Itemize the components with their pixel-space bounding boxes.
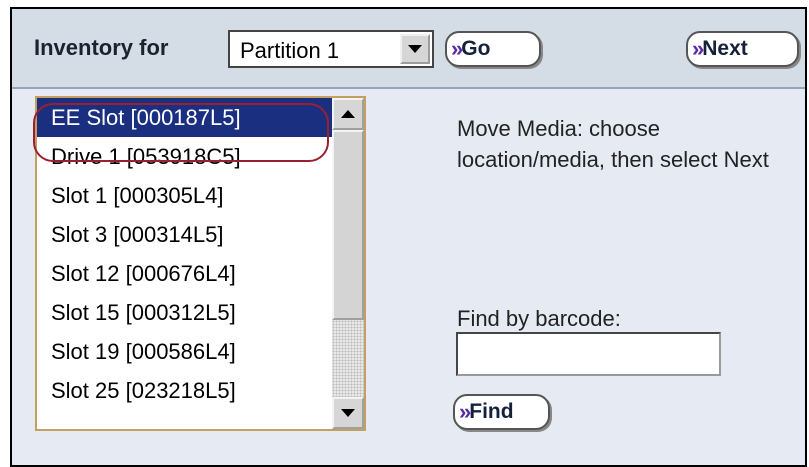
double-chevron-icon: »	[459, 399, 472, 424]
list-item[interactable]: Drive 1 [053918C5]	[37, 137, 333, 176]
inventory-for-label: Inventory for	[34, 35, 169, 60]
scroll-track[interactable]	[332, 320, 364, 399]
move-media-instructions: Move Media: choose location/media, then …	[457, 116, 769, 172]
next-button-label: Next	[702, 37, 748, 60]
list-item[interactable]: Slot 3 [000314L5]	[37, 215, 333, 254]
scroll-up-arrow-icon[interactable]	[332, 98, 364, 130]
go-button-label: Go	[461, 37, 491, 60]
list-item[interactable]: Slot 19 [000586L4]	[37, 332, 333, 371]
inventory-panel: Inventory for Partition 1 » Go » Next EE…	[10, 7, 807, 467]
barcode-input[interactable]	[456, 332, 721, 376]
scroll-down-arrow-icon[interactable]	[332, 397, 364, 429]
dropdown-arrow-icon[interactable]	[400, 34, 430, 64]
partition-select-value: Partition 1	[240, 38, 340, 63]
media-list-items: EE Slot [000187L5] Drive 1 [053918C5] Sl…	[37, 98, 333, 410]
find-button[interactable]: » Find	[453, 394, 550, 430]
list-item[interactable]: Slot 25 [023218L5]	[37, 371, 333, 410]
find-button-label: Find	[469, 400, 514, 423]
next-button[interactable]: » Next	[686, 31, 799, 67]
partition-select[interactable]: Partition 1	[228, 30, 434, 68]
go-button[interactable]: » Go	[445, 31, 541, 67]
double-chevron-icon: »	[692, 36, 705, 61]
list-scrollbar[interactable]	[332, 98, 364, 429]
list-item[interactable]: Slot 15 [000312L5]	[37, 293, 333, 332]
list-item[interactable]: Slot 1 [000305L4]	[37, 176, 333, 215]
scroll-thumb[interactable]	[332, 130, 364, 320]
list-item[interactable]: Slot 12 [000676L4]	[37, 254, 333, 293]
inventory-header: Inventory for Partition 1 » Go » Next	[12, 9, 805, 89]
list-item[interactable]: EE Slot [000187L5]	[37, 98, 333, 137]
find-by-barcode-label: Find by barcode:	[457, 306, 621, 331]
media-listbox[interactable]: EE Slot [000187L5] Drive 1 [053918C5] Sl…	[35, 96, 366, 431]
double-chevron-icon: »	[451, 36, 464, 61]
